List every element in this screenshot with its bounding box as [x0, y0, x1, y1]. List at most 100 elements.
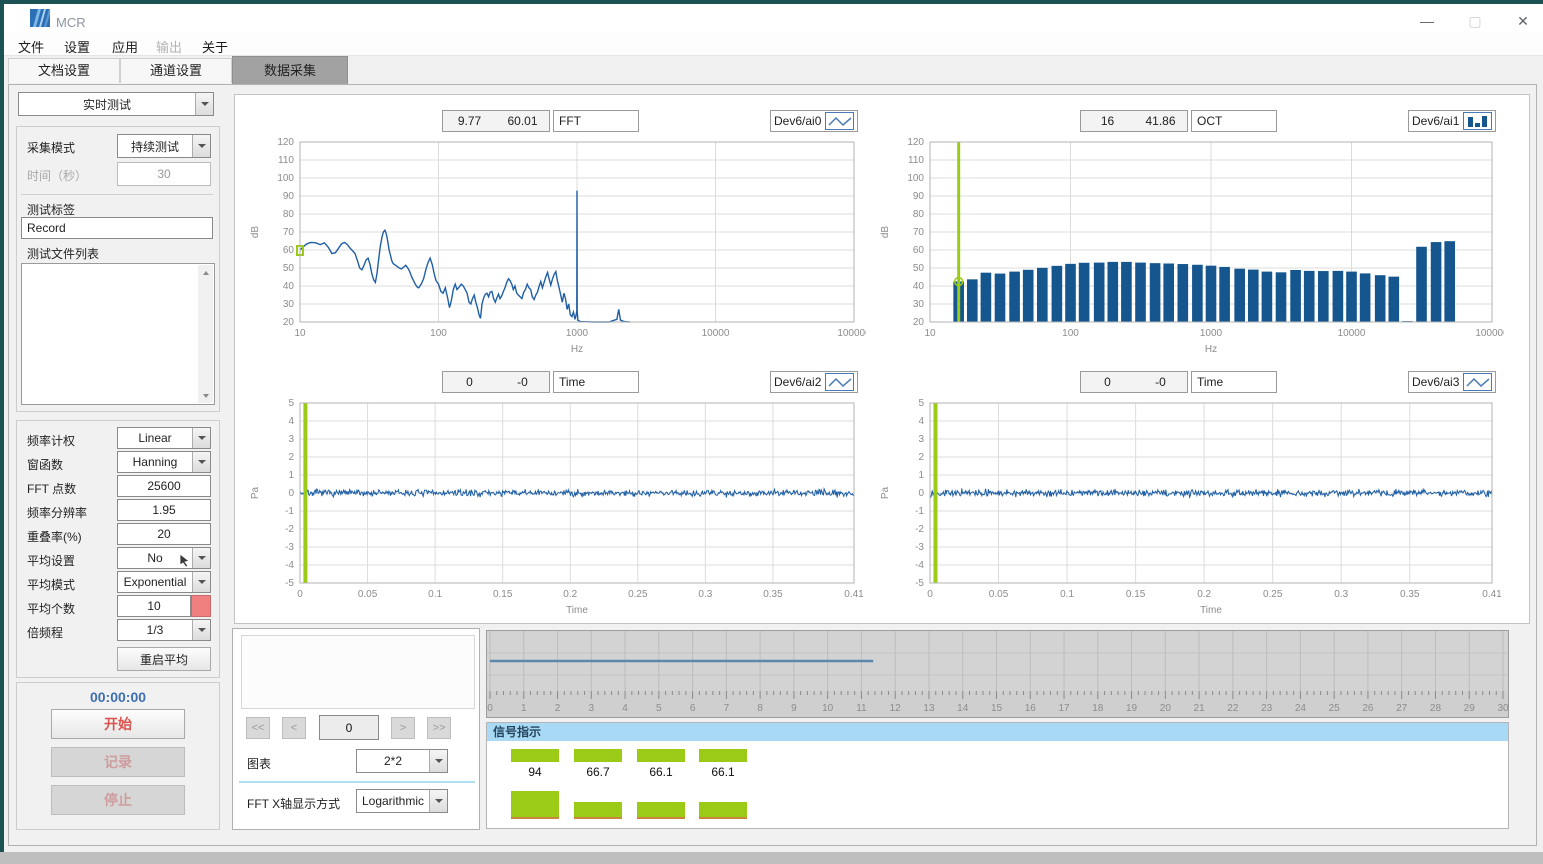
octave-select[interactable]: 1/3: [117, 619, 211, 641]
chevron-down-icon[interactable]: [195, 93, 213, 115]
svg-text:20: 20: [1160, 703, 1172, 714]
svg-text:0.2: 0.2: [563, 589, 577, 600]
display-controls-panel: << < 0 > >> 图表 2*2 FFT X轴显示方式 Logarithmi…: [232, 628, 480, 830]
fft-plot[interactable]: 2030405060708090100110120101001000100001…: [244, 136, 866, 366]
acq-mode-label: 采集模式: [27, 139, 75, 156]
svg-text:6: 6: [690, 703, 696, 714]
oct-channel-selector[interactable]: Dev6/ai1: [1408, 110, 1496, 132]
acq-mode-select[interactable]: 持续测试: [117, 134, 211, 158]
fft-channel-selector[interactable]: Dev6/ai0: [770, 110, 858, 132]
menu-about[interactable]: 关于: [196, 35, 234, 58]
chevron-down-icon[interactable]: [429, 750, 447, 772]
svg-text:Hz: Hz: [571, 344, 583, 355]
svg-text:4: 4: [622, 703, 628, 714]
tab-data-acquisition[interactable]: 数据采集: [232, 56, 348, 85]
time3-plot[interactable]: -5-4-3-2-101234500.050.10.150.20.250.30.…: [874, 397, 1504, 627]
chevron-down-icon[interactable]: [192, 428, 210, 448]
record-timeline[interactable]: 0123456789101112131415161718192021222324…: [486, 630, 1509, 718]
maximize-button[interactable]: ▢: [1452, 8, 1498, 34]
time2-channel-selector[interactable]: Dev6/ai2: [770, 371, 858, 393]
window-select[interactable]: Hanning: [117, 451, 211, 473]
layout-select[interactable]: 2*2: [356, 749, 448, 773]
record-button: 记录: [51, 747, 185, 777]
svg-text:2: 2: [918, 452, 924, 463]
svg-text:0: 0: [918, 488, 924, 499]
svg-text:24: 24: [1295, 703, 1307, 714]
menu-apply[interactable]: 应用: [106, 35, 144, 58]
menu-settings[interactable]: 设置: [58, 35, 96, 58]
svg-text:0.15: 0.15: [1126, 589, 1146, 600]
restart-average-button[interactable]: 重启平均: [117, 647, 211, 671]
svg-text:100000: 100000: [1475, 328, 1504, 339]
avg-count-status-flag: [191, 595, 211, 617]
param-label-avg-count: 平均个数: [27, 600, 75, 617]
tab-document-settings[interactable]: 文档设置: [8, 58, 120, 83]
chevron-down-icon[interactable]: [192, 572, 210, 592]
nav-next-button[interactable]: >: [391, 717, 415, 739]
svg-text:60: 60: [913, 245, 925, 256]
svg-text:19: 19: [1126, 703, 1138, 714]
svg-text:1: 1: [918, 470, 924, 481]
listbox-scrollbar[interactable]: [198, 265, 213, 403]
svg-text:5: 5: [288, 398, 294, 409]
svg-text:2: 2: [288, 452, 294, 463]
chevron-down-icon[interactable]: [192, 620, 210, 640]
time3-channel-selector[interactable]: Dev6/ai3: [1408, 371, 1496, 393]
svg-text:0.25: 0.25: [628, 589, 648, 600]
svg-text:17: 17: [1058, 703, 1070, 714]
svg-text:0.1: 0.1: [1060, 589, 1074, 600]
svg-text:dB: dB: [880, 226, 891, 239]
chevron-down-icon[interactable]: [192, 548, 210, 568]
svg-text:3: 3: [918, 434, 924, 445]
close-button[interactable]: ✕: [1500, 8, 1543, 34]
nav-prev-button[interactable]: <: [282, 717, 306, 739]
nav-last-button[interactable]: >>: [427, 717, 451, 739]
menu-bar: 文件 设置 应用 输出 关于: [4, 32, 1543, 56]
svg-text:0.15: 0.15: [493, 589, 513, 600]
signal-bar-baseline: [574, 817, 622, 819]
svg-text:70: 70: [913, 227, 925, 238]
svg-text:5: 5: [656, 703, 662, 714]
minimize-button[interactable]: —: [1404, 8, 1450, 34]
svg-text:Hz: Hz: [1205, 344, 1217, 355]
param-label-window: 窗函数: [27, 456, 63, 473]
scroll-up-icon[interactable]: [198, 265, 213, 280]
chevron-down-icon[interactable]: [192, 135, 210, 157]
page-index-box[interactable]: 0: [319, 715, 379, 740]
svg-text:-5: -5: [285, 578, 294, 589]
svg-text:-1: -1: [915, 506, 924, 517]
svg-text:21: 21: [1194, 703, 1206, 714]
overlap-input[interactable]: 20: [117, 523, 211, 545]
svg-text:22: 22: [1227, 703, 1239, 714]
signal-level-bar-top: [511, 749, 559, 762]
fft-axis-select[interactable]: Logarithmic: [356, 789, 448, 813]
svg-text:10: 10: [822, 703, 834, 714]
tab-bar: 文档设置 通道设置 数据采集: [4, 56, 1543, 84]
chevron-down-icon[interactable]: [192, 452, 210, 472]
svg-text:-1: -1: [285, 506, 294, 517]
test-tag-input[interactable]: Record: [21, 217, 213, 239]
chevron-down-icon[interactable]: [429, 790, 447, 812]
signal-level-bar-top: [637, 749, 685, 762]
weighting-select[interactable]: Linear: [117, 427, 211, 449]
tab-channel-settings[interactable]: 通道设置: [120, 58, 232, 83]
averaging-select[interactable]: No: [117, 547, 211, 569]
time2-plot[interactable]: -5-4-3-2-101234500.050.10.150.20.250.30.…: [244, 397, 866, 627]
svg-text:12: 12: [890, 703, 902, 714]
nav-first-button[interactable]: <<: [246, 717, 270, 739]
freq-resolution-input[interactable]: 1.95: [117, 499, 211, 521]
fft-points-input[interactable]: 25600: [117, 475, 211, 497]
test-mode-select[interactable]: 实时测试: [18, 92, 214, 116]
scroll-down-icon[interactable]: [198, 388, 213, 403]
oct-plot[interactable]: 2030405060708090100110120101001000100001…: [874, 136, 1504, 366]
signal-indicator-panel: 信号指示 94 66.7 66.1 66.1: [486, 722, 1509, 829]
menu-file[interactable]: 文件: [12, 35, 50, 58]
avg-mode-select[interactable]: Exponential: [117, 571, 211, 593]
svg-text:10000: 10000: [702, 328, 730, 339]
run-control-group: 00:00:00 开始 记录 停止: [16, 682, 220, 830]
start-button[interactable]: 开始: [51, 709, 185, 739]
svg-text:0.05: 0.05: [989, 589, 1009, 600]
avg-count-input[interactable]: 10: [117, 595, 191, 617]
test-file-listbox[interactable]: [21, 263, 215, 405]
timeline-ruler[interactable]: 0123456789101112131415161718192021222324…: [487, 631, 1508, 717]
